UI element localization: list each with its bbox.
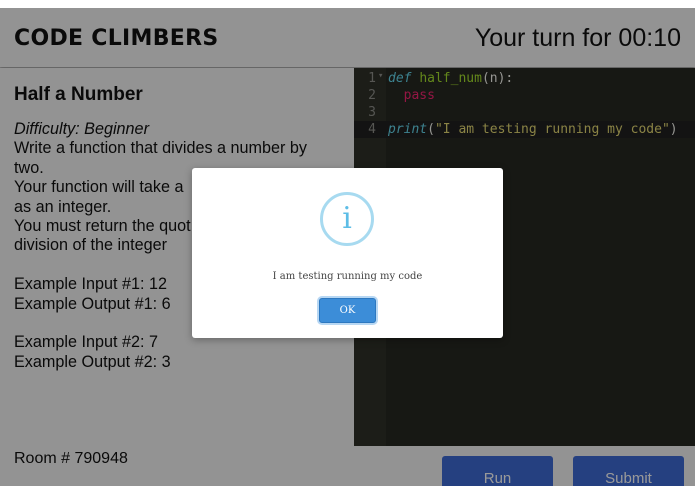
app-window: CODE CLIMBERS Your turn for 00:10 Half a…: [0, 8, 695, 486]
alert-dialog: i I am testing running my code OK: [192, 168, 503, 338]
alert-message: I am testing running my code: [272, 271, 423, 282]
ok-button[interactable]: OK: [319, 298, 376, 323]
info-icon: i: [320, 192, 374, 246]
